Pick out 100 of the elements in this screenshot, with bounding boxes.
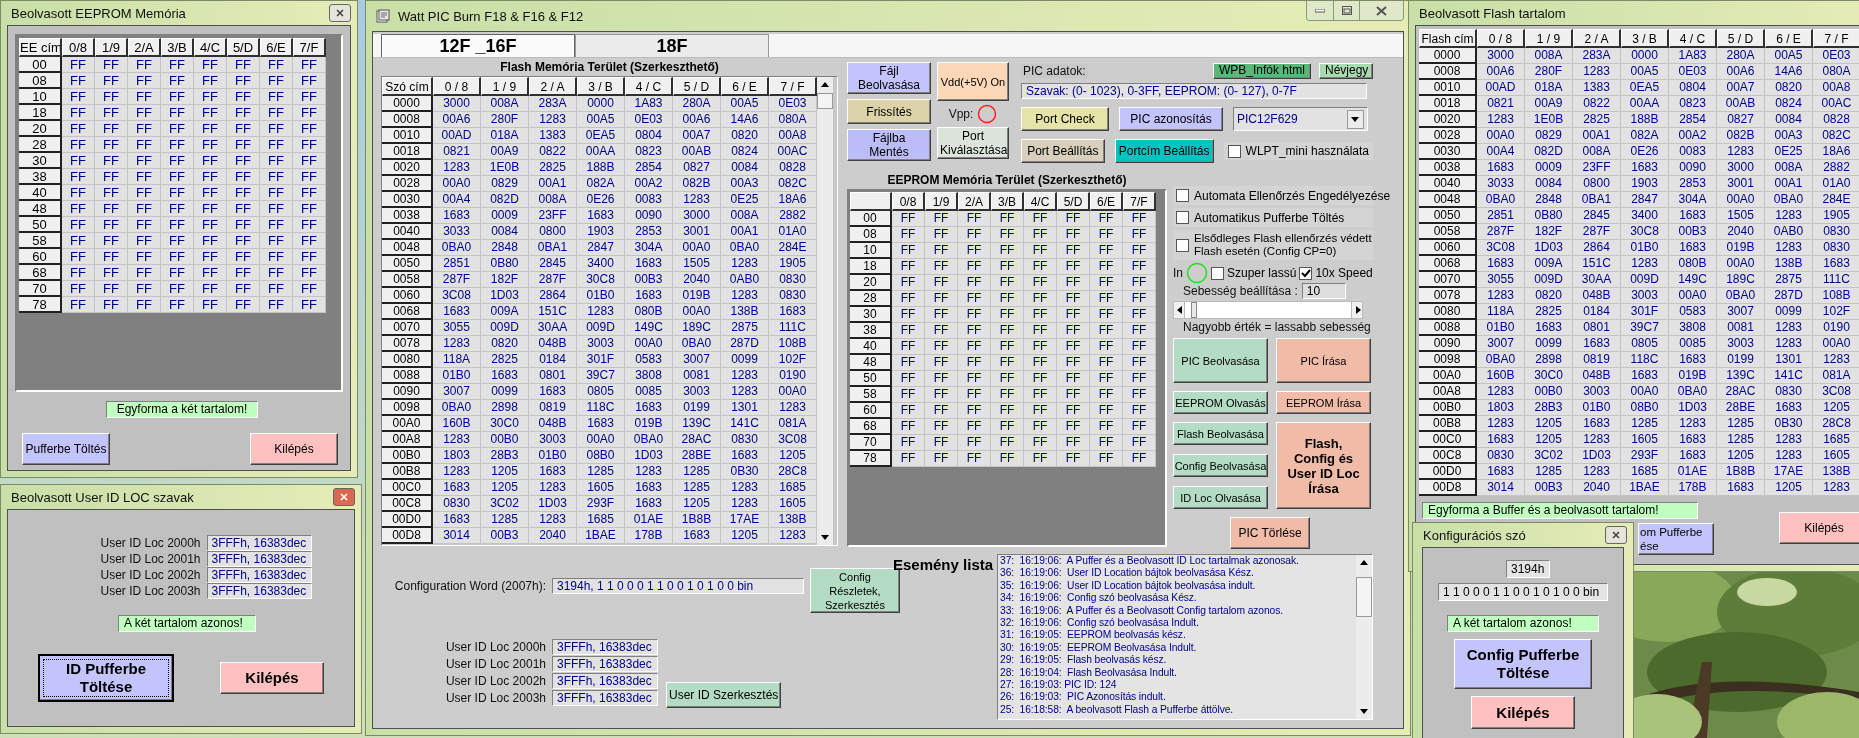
log-entry: 33: 16:19:06: A Puffer és a Beolvasott Config tartalom azonos. <box>1000 604 1285 618</box>
table-cell: 1205 <box>1717 448 1765 464</box>
erase-pic-button[interactable]: PIC Törlése <box>1230 517 1310 549</box>
table-cell: 0822 <box>529 144 577 160</box>
window-title: Beolvasott Flash tartalom <box>1418 5 1566 21</box>
refresh-button[interactable]: Frissítés <box>847 99 931 124</box>
table-cell: 0199 <box>673 400 721 416</box>
vertical-scrollbar[interactable] <box>1356 555 1372 719</box>
close-button[interactable] <box>1605 526 1627 544</box>
table-cell: 2853 <box>625 224 673 240</box>
config-word-field: 3194h, 1 1 0 0 0 1 1 0 0 1 0 1 0 0 bin <box>552 578 804 594</box>
table-cell: 1205 <box>1525 416 1573 432</box>
table-cell: 139C <box>1717 368 1765 384</box>
table-cell: 1283 <box>1621 256 1669 272</box>
table-cell: 0000 <box>1621 48 1669 64</box>
vpp-label: Vpp: <box>948 107 974 121</box>
tab[interactable]: 18F <box>575 34 769 57</box>
read-id-button[interactable]: ID Loc Olvasása <box>1173 486 1268 509</box>
exit-button[interactable]: Kilépés <box>1779 512 1859 544</box>
row-header: 0078 <box>382 336 433 352</box>
table-cell: FF <box>1090 323 1123 339</box>
row-header: 0008 <box>1419 64 1477 80</box>
table-cell: 00A6 <box>1717 64 1765 80</box>
table-cell: FF <box>227 297 260 313</box>
row-header: 00 <box>19 57 62 73</box>
table-cell: 1285 <box>1717 416 1765 432</box>
checkbox[interactable] <box>1211 266 1224 280</box>
slider-thumb[interactable] <box>1191 302 1198 318</box>
row-header: 28 <box>850 291 892 307</box>
port-address-button[interactable]: Portcím Beállítás <box>1114 139 1214 163</box>
port-setup-button[interactable]: Port Beállítás <box>1021 139 1105 163</box>
table-cell: 0BA0 <box>1477 352 1525 368</box>
table-cell: 1683 <box>529 384 577 400</box>
pic-id-button[interactable]: PIC azonosítás <box>1119 107 1223 131</box>
close-button[interactable] <box>329 4 351 22</box>
checkbox[interactable] <box>1176 211 1189 224</box>
port-select-button[interactable]: Port Kiválasztása <box>937 127 1009 159</box>
about-button[interactable]: Névjegy <box>1319 62 1373 79</box>
port-check-button[interactable]: Port Check <box>1021 107 1109 131</box>
table-cell: FF <box>293 137 326 153</box>
table-cell: 0083 <box>1669 144 1717 160</box>
load-buffer-button[interactable]: ID Pufferbe Töltése <box>38 654 174 702</box>
row-header: 0040 <box>382 224 433 240</box>
table-cell: 0829 <box>1525 128 1573 144</box>
table-cell: 0E03 <box>769 96 817 112</box>
table-cell: FF <box>128 201 161 217</box>
table-cell: 1283 <box>721 256 769 272</box>
pic-select[interactable]: PIC12F629 <box>1233 107 1368 131</box>
row-header: 38 <box>19 169 62 185</box>
checkbox[interactable] <box>1299 266 1313 280</box>
close-button[interactable] <box>333 488 355 506</box>
speed-slider[interactable] <box>1185 301 1351 319</box>
table-cell: FF <box>991 339 1024 355</box>
arrow-right-icon[interactable] <box>1351 301 1363 319</box>
table-cell: FF <box>128 137 161 153</box>
write-pic-button[interactable]: PIC Írása <box>1276 338 1371 383</box>
table-cell: 0B80 <box>481 256 529 272</box>
write-eeprom-button[interactable]: EEPROM Írása <box>1276 391 1371 414</box>
exit-button[interactable]: Kilépés <box>250 433 338 465</box>
table-cell: FF <box>128 185 161 201</box>
table-cell: FF <box>95 137 128 153</box>
save-file-button[interactable]: Fájlba Mentés <box>847 129 931 161</box>
write-all-button[interactable]: Flash, Config és User ID Loc Írása <box>1276 422 1371 509</box>
close-button[interactable] <box>1359 1 1403 20</box>
tab[interactable]: 12F _16F <box>381 34 575 57</box>
arrow-left-icon[interactable] <box>1173 301 1185 319</box>
vertical-scrollbar[interactable] <box>817 77 833 545</box>
table-cell: 1283 <box>721 368 769 384</box>
read-config-button[interactable]: Config Beolvasása <box>1173 454 1268 477</box>
load-buffer-button[interactable]: Pufferbe Töltés <box>22 433 110 465</box>
vdd-button[interactable]: Vdd(+5V) On <box>937 62 1009 101</box>
table-cell: 0821 <box>1477 96 1525 112</box>
user-id-edit-button[interactable]: User ID Szerkesztés <box>666 682 781 708</box>
checkbox[interactable] <box>1176 238 1189 252</box>
open-file-button[interactable]: Fájl Beolvasása <box>847 62 931 94</box>
table-cell: FF <box>128 217 161 233</box>
read-pic-button[interactable]: PIC Beolvasása <box>1173 338 1268 383</box>
table-cell: FF <box>161 57 194 73</box>
table-cell: FF <box>194 121 227 137</box>
table-cell: FF <box>1090 355 1123 371</box>
window-title: Beolvasott User ID LOC szavak <box>10 489 194 505</box>
read-eeprom-button[interactable]: EEPROM Olvasás <box>1173 391 1268 414</box>
row-header: 00B0 <box>382 448 433 464</box>
maximize-button[interactable] <box>1333 1 1359 20</box>
checkbox[interactable] <box>1227 144 1241 158</box>
info-button[interactable]: WPB_Infók html <box>1212 62 1311 79</box>
table-cell: 39C7 <box>577 368 625 384</box>
load-buffer-button[interactable]: Config Pufferbe Töltése <box>1454 639 1592 689</box>
table-cell: 01A0 <box>769 224 817 240</box>
row-header: 0050 <box>1419 208 1477 224</box>
row-header: 00D0 <box>382 512 433 528</box>
exit-button[interactable]: Kilépés <box>1471 696 1575 729</box>
exit-button[interactable]: Kilépés <box>220 662 324 694</box>
load-buffer-button[interactable]: om Pufferbe ése <box>1638 523 1714 555</box>
table-cell: 30C0 <box>481 416 529 432</box>
speed-field[interactable]: 10 <box>1301 283 1346 299</box>
table-cell: FF <box>260 281 293 297</box>
read-flash-button[interactable]: Flash Beolvasása <box>1173 422 1268 445</box>
checkbox[interactable] <box>1176 189 1189 202</box>
table-cell: 0828 <box>769 160 817 176</box>
